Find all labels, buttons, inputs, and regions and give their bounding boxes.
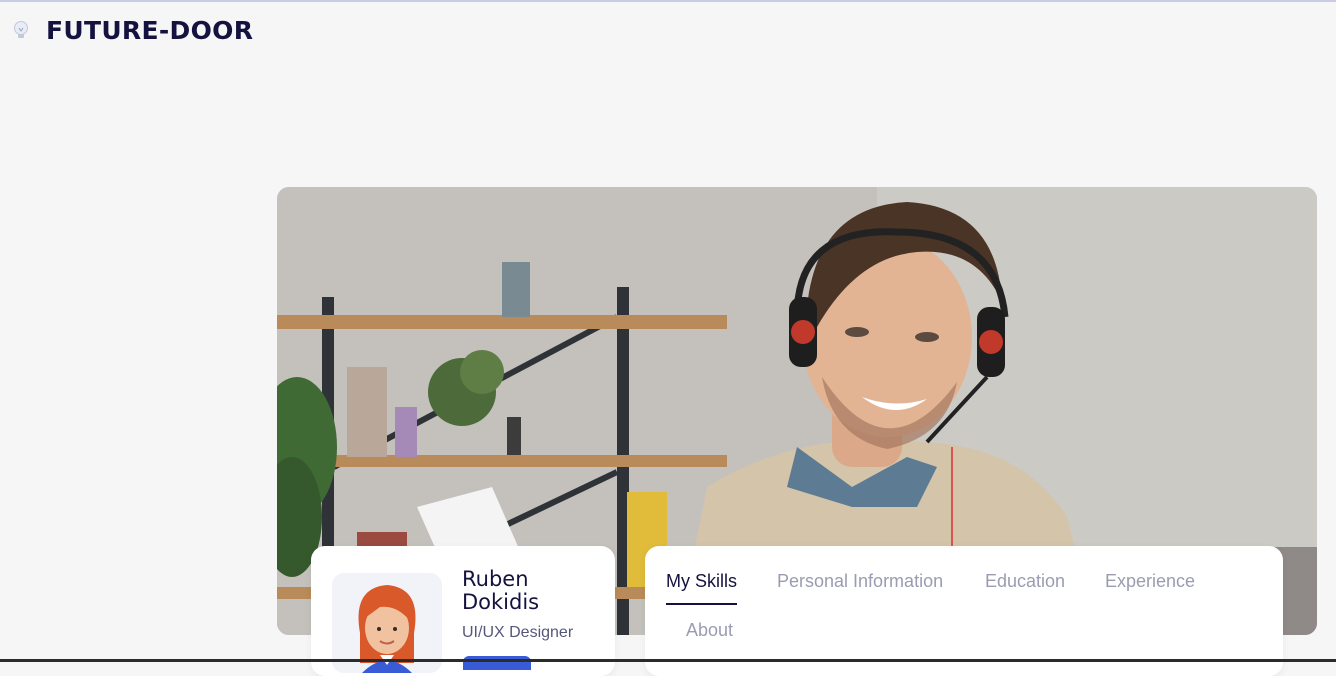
tab-my-skills[interactable]: My Skills <box>666 571 737 592</box>
profile-card: Ruben Dokidis UI/UX Designer <box>311 546 615 676</box>
profile-tabs: My Skills Personal Information Education… <box>645 546 1283 676</box>
profile-role: UI/UX Designer <box>462 624 574 641</box>
tab-personal-information[interactable]: Personal Information <box>777 571 943 592</box>
tab-education[interactable]: Education <box>985 571 1065 592</box>
brand-name[interactable]: FUTURE-DOOR <box>46 16 253 45</box>
lightbulb-icon <box>12 20 30 42</box>
woman-avatar-icon <box>332 573 442 673</box>
tab-about[interactable]: About <box>686 620 733 641</box>
profile-name: Ruben Dokidis <box>462 567 540 614</box>
header: FUTURE-DOOR <box>0 2 1336 62</box>
tab-experience[interactable]: Experience <box>1105 571 1195 592</box>
active-tab-indicator <box>666 603 737 605</box>
